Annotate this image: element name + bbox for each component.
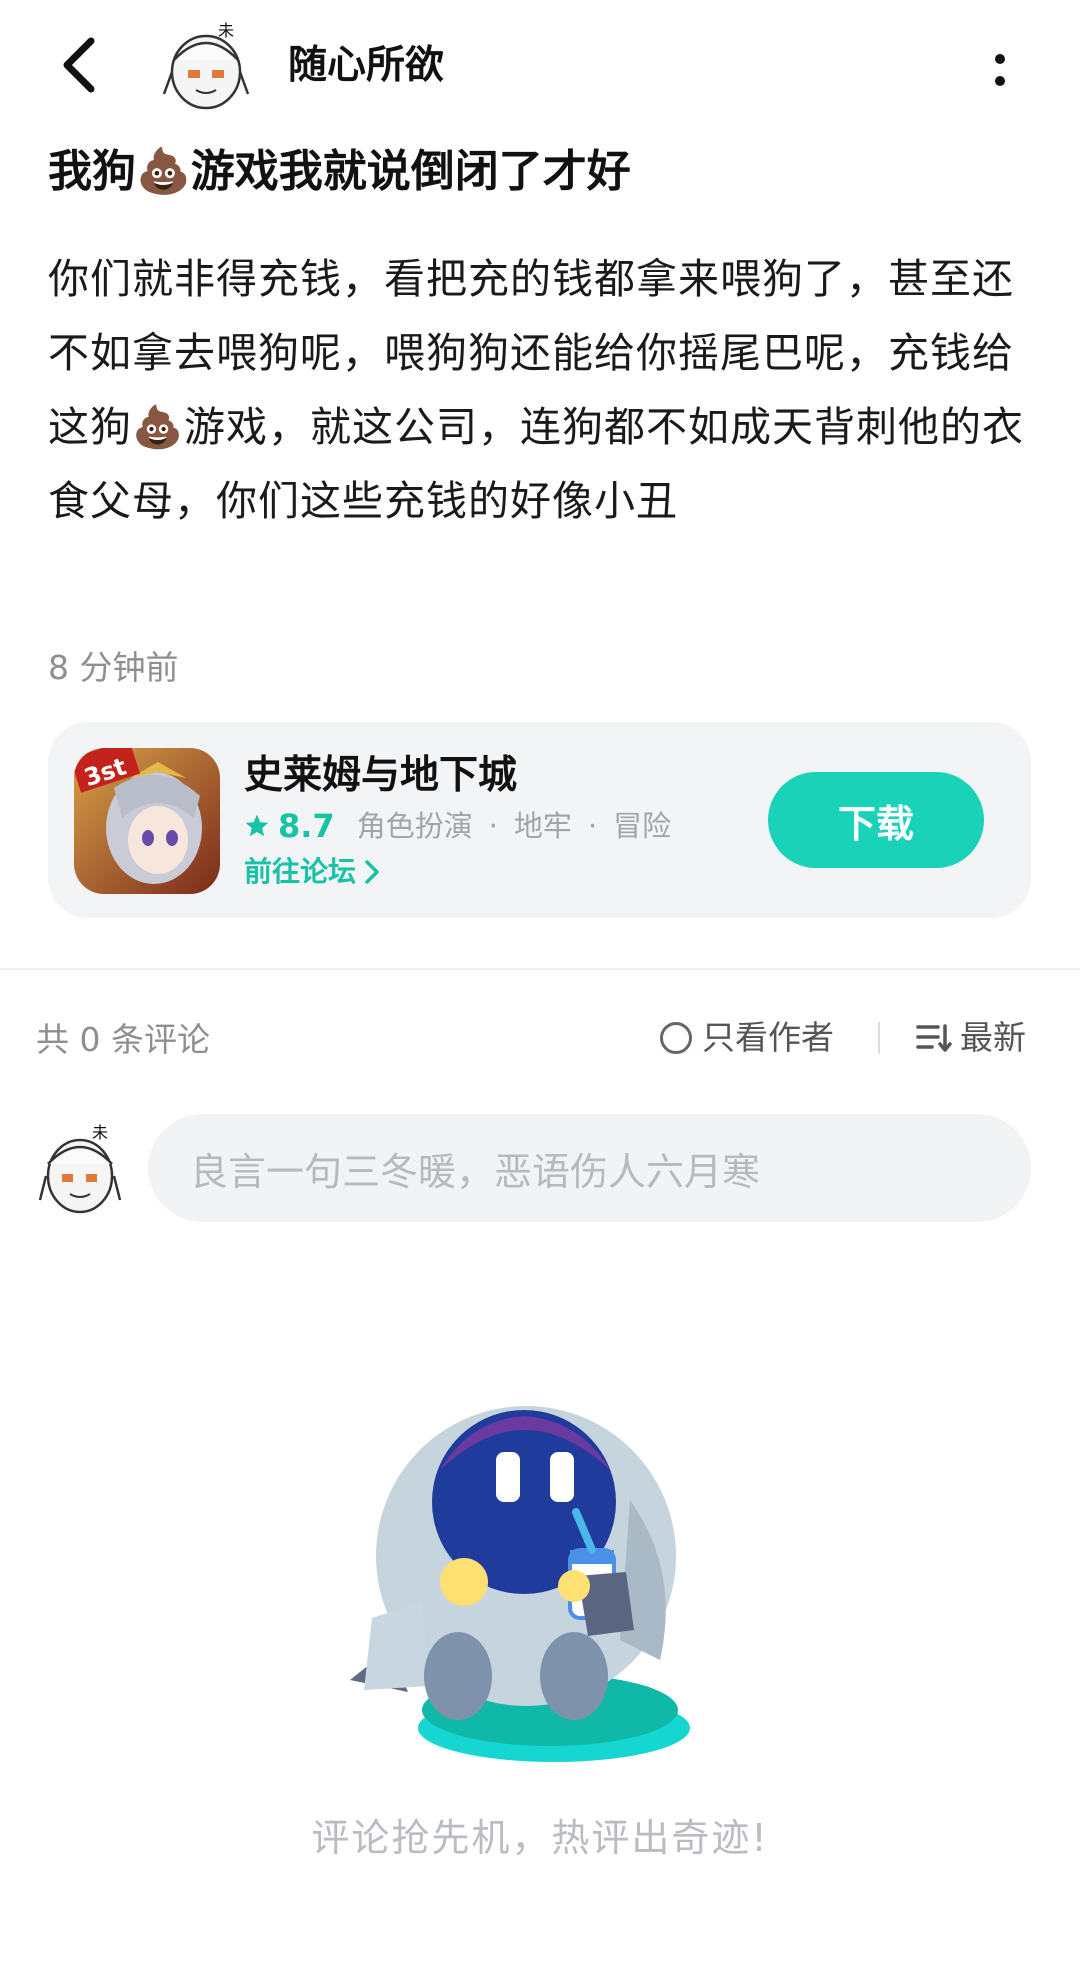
chevron-right-icon — [365, 860, 379, 884]
game-tag: 角色扮演 — [356, 809, 473, 843]
tag-separator: · — [587, 809, 598, 843]
game-meta: 8.7 角色扮演 · 地牢 · 冒险 — [244, 806, 671, 846]
sort-button[interactable]: 最新 — [916, 1016, 1026, 1060]
star-icon — [245, 814, 269, 837]
download-button[interactable]: 下载 — [768, 772, 984, 868]
comment-count: 共 0 条评论 — [36, 1020, 210, 1059]
game-rating: 8.7 — [278, 807, 335, 845]
game-name[interactable]: 史莱姆与地下城 — [244, 750, 517, 802]
author-only-label: 只看作者 — [702, 1018, 834, 1057]
more-dot — [995, 76, 1005, 86]
sort-list-icon — [916, 1024, 952, 1052]
tag-separator: · — [488, 809, 498, 843]
game-tag: 冒险 — [613, 809, 672, 843]
section-divider — [0, 968, 1080, 970]
author-name[interactable]: 随心所欲 — [288, 40, 444, 92]
game-tag: 地牢 — [513, 809, 572, 843]
radio-icon — [660, 1022, 692, 1054]
back-arrow-icon — [63, 37, 95, 93]
toolbar-separator — [878, 1022, 880, 1054]
sort-label: 最新 — [960, 1018, 1026, 1057]
game-tags: 角色扮演 · 地牢 · 冒险 — [357, 806, 671, 846]
comment-input[interactable]: 良言一句三冬暖，恶语伤人六月寒 — [148, 1114, 1031, 1222]
back-button[interactable] — [44, 30, 114, 100]
more-vertical-icon — [995, 54, 1005, 64]
more-button[interactable] — [975, 40, 1025, 100]
svg-text:未: 未 — [92, 1123, 108, 1142]
author-avatar[interactable]: 未 — [160, 20, 252, 112]
empty-state-text: 评论抢先机，热评出奇迹! — [311, 1816, 769, 1860]
forum-link-label: 前往论坛 — [244, 855, 357, 888]
empty-state-mascot — [330, 1380, 770, 1780]
post-timestamp: 8 分钟前 — [48, 648, 179, 687]
svg-text:未: 未 — [218, 21, 234, 40]
post-title: 我狗💩游戏我就说倒闭了才好 — [48, 146, 631, 197]
author-only-toggle[interactable]: 只看作者 — [660, 1016, 834, 1060]
forum-link[interactable]: 前往论坛 — [244, 852, 380, 892]
post-body: 你们就非得充钱，看把充的钱都拿来喂狗了，甚至还不如拿去喂狗呢，喂狗狗还能给你摇尾… — [48, 255, 1025, 525]
user-avatar: 未 — [36, 1118, 126, 1218]
game-icon[interactable]: 3st — [74, 748, 220, 894]
